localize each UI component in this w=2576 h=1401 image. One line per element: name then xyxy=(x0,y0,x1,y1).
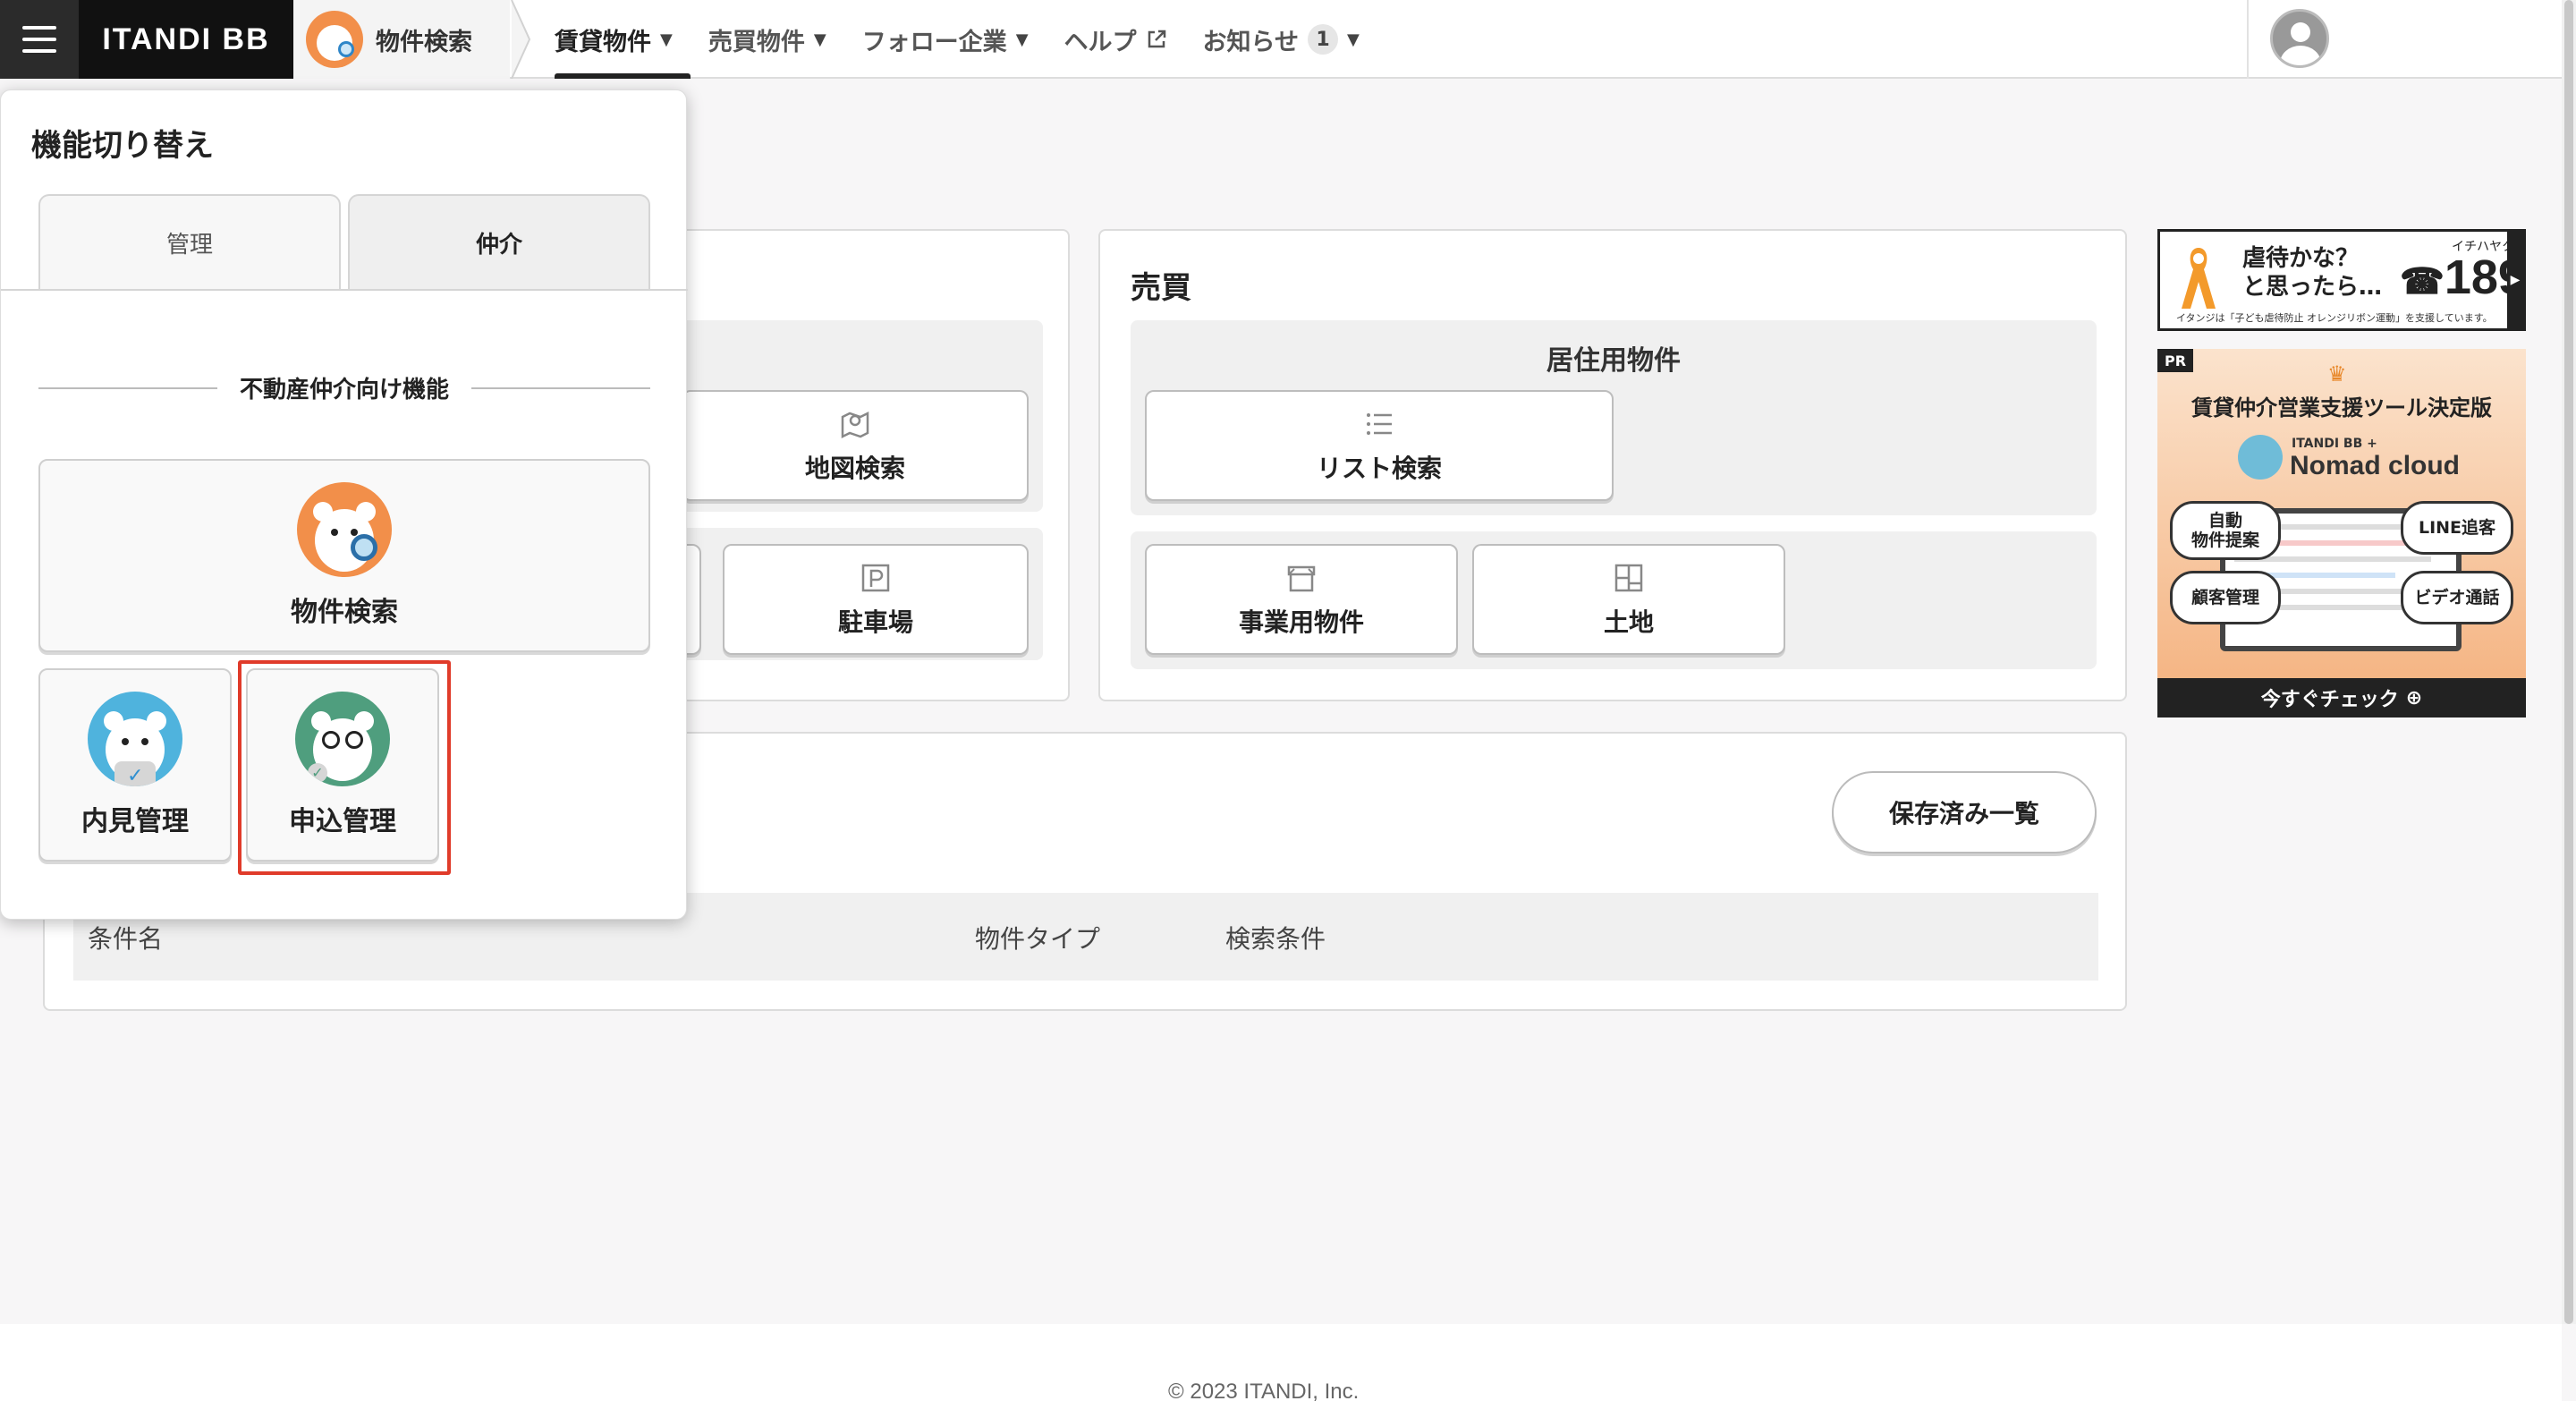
bear-magnifier-icon xyxy=(297,482,392,577)
promo-bear-icon xyxy=(2238,435,2283,480)
nav-sale-label: 売買物件 xyxy=(708,28,805,56)
promo-brand-small: ITANDI BB + xyxy=(2292,437,2377,451)
nav-rental[interactable]: 賃貸物件 ▼ xyxy=(537,0,691,79)
pr-label: PR xyxy=(2157,349,2193,372)
parking-label: 駐車場 xyxy=(837,607,913,637)
map-search-button[interactable]: 地図検索 xyxy=(682,390,1029,501)
circle-arrow-icon: ⊕ xyxy=(2405,686,2423,709)
hotline-note: イタンジは「子ども虐待防止 オレンジリボン運動」を支援しています。 xyxy=(2176,312,2493,324)
sale-panel-title: 売買 xyxy=(1131,270,1191,306)
top-header: ITANDI BB 物件検索 賃貸物件 ▼ 売買物件 ▼ フォロー企業 ▼ ヘル… xyxy=(0,0,2562,79)
nav-help-label: ヘルプ xyxy=(1063,28,1137,56)
promo-ad-banner[interactable]: PR ♛ 賃貸仲介営業支援ツール決定版 ITANDI BB + Nomad cl… xyxy=(2157,349,2526,717)
nav-rental-label: 賃貸物件 xyxy=(555,28,651,56)
commercial-label: 事業用物件 xyxy=(1238,607,1364,637)
column-condition-name: 条件名 xyxy=(88,924,164,954)
sale-panel: 売買 居住用物件 リスト検索 事業用物件 土地 xyxy=(1098,229,2127,701)
map-search-label: 地図検索 xyxy=(804,454,905,483)
phone-icon: ☎ xyxy=(2400,262,2445,301)
parking-icon xyxy=(861,564,890,592)
commercial-property-button[interactable]: 事業用物件 xyxy=(1145,544,1458,655)
feature-property-search[interactable]: 物件検索 xyxy=(38,459,650,652)
nav-notifications[interactable]: お知らせ 1 ▼ xyxy=(1185,0,1377,79)
nav-sale[interactable]: 売買物件 ▼ xyxy=(691,0,844,79)
feature-viewing-label: 内見管理 xyxy=(81,806,189,837)
bubble-video-call: ビデオ通話 xyxy=(2401,571,2513,624)
tab-brokerage[interactable]: 仲介 xyxy=(348,194,650,289)
feature-property-search-label: 物件検索 xyxy=(291,597,398,628)
residential-group-title: 居住用物件 xyxy=(1546,345,1681,377)
chevron-down-icon: ▼ xyxy=(813,30,826,49)
parking-button[interactable]: 駐車場 xyxy=(723,544,1029,655)
nav-follow-companies[interactable]: フォロー企業 ▼ xyxy=(844,0,1046,79)
bubble-customer-mgmt: 顧客管理 xyxy=(2170,571,2281,624)
notification-count-badge: 1 xyxy=(1308,24,1338,55)
page-scrollbar[interactable] xyxy=(2562,0,2576,1324)
land-label: 土地 xyxy=(1603,607,1654,637)
breadcrumb-chevron-icon xyxy=(511,0,531,79)
app-switch-button[interactable]: 物件検索 xyxy=(293,0,531,79)
column-search-conditions: 検索条件 xyxy=(1225,924,1326,954)
app-switch-label: 物件検索 xyxy=(376,28,472,56)
tab-divider xyxy=(1,289,688,291)
nav-follow-label: フォロー企業 xyxy=(861,28,1007,56)
user-avatar[interactable] xyxy=(2270,9,2329,68)
chevron-down-icon: ▼ xyxy=(660,30,673,49)
orange-ribbon-icon xyxy=(2182,248,2216,309)
nav-help[interactable]: ヘルプ xyxy=(1046,0,1185,79)
main-nav: 賃貸物件 ▼ 売買物件 ▼ フォロー企業 ▼ ヘルプ お知らせ 1 ▼ xyxy=(537,0,1377,79)
crown-icon: ♛ xyxy=(2327,361,2347,386)
tab-management[interactable]: 管理 xyxy=(38,194,341,289)
header-divider xyxy=(2247,0,2249,79)
column-property-type: 物件タイプ xyxy=(975,924,1101,954)
hotline-ad-banner[interactable]: 虐待かな？ と思ったら… イチハヤク ☎189 イタンジは「子ども虐待防止 オレ… xyxy=(2157,229,2526,331)
menu-icon[interactable] xyxy=(0,0,79,79)
bubble-line-followup: LINE追客 xyxy=(2401,501,2513,555)
land-grid-icon xyxy=(1614,564,1643,592)
section-title: 不動産仲介向け機能 xyxy=(239,377,449,403)
bear-check-blue-icon: ✓ xyxy=(88,692,182,786)
bubble-auto-proposal: 自動 物件提案 xyxy=(2170,501,2281,560)
list-search-button[interactable]: リスト検索 xyxy=(1145,390,1614,501)
section-header: 不動産仲介向け機能 xyxy=(38,368,650,403)
popup-title: 機能切り替え xyxy=(31,128,214,164)
copyright-text: © 2023 ITANDI, Inc. xyxy=(1168,1380,1360,1401)
promo-brand: Nomad cloud xyxy=(2290,451,2461,480)
chevron-down-icon: ▼ xyxy=(1015,30,1029,49)
selection-highlight-box xyxy=(238,660,451,875)
arrow-right-icon: ▶ xyxy=(2507,232,2523,328)
external-link-icon xyxy=(1148,30,1165,48)
app-logo[interactable]: ITANDI BB xyxy=(79,0,293,79)
hotline-number: ☎189 xyxy=(2400,250,2525,304)
rental-panel: 地図検索 駐車場 xyxy=(619,229,1070,701)
property-search-bear-icon xyxy=(306,11,363,68)
nav-notifications-label: お知らせ xyxy=(1202,28,1299,56)
list-icon xyxy=(1367,413,1392,435)
land-button[interactable]: 土地 xyxy=(1472,544,1785,655)
chevron-down-icon: ▼ xyxy=(1347,30,1360,49)
list-search-label: リスト検索 xyxy=(1316,454,1442,483)
saved-list-button[interactable]: 保存済み一覧 xyxy=(1832,771,2097,853)
page-footer: © 2023 ITANDI, Inc. xyxy=(0,1324,2562,1401)
promo-heading: 賃貸仲介営業支援ツール決定版 xyxy=(2191,395,2492,420)
promo-cta-label: 今すぐチェック xyxy=(2260,689,2399,711)
promo-cta[interactable]: 今すぐチェック ⊕ xyxy=(2157,678,2526,717)
feature-viewing-management[interactable]: ✓ 内見管理 xyxy=(38,668,232,862)
map-pin-icon xyxy=(841,411,869,439)
store-icon xyxy=(1287,565,1316,592)
hotline-question: 虐待かな？ と思ったら… xyxy=(2242,245,2383,301)
